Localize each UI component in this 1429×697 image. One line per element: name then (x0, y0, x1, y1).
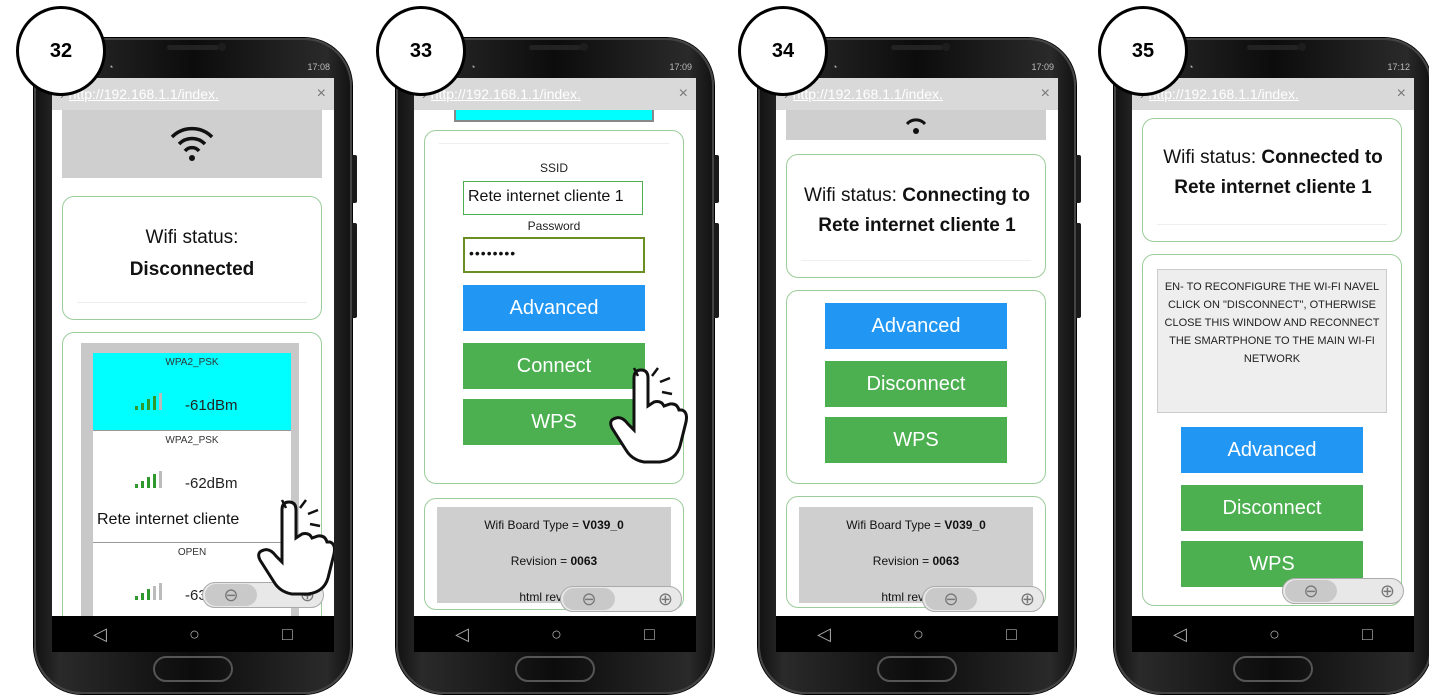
network-auth: WPA2_PSK (165, 435, 219, 446)
advanced-button[interactable]: Advanced (825, 303, 1007, 349)
android-nav-bar: ◁ ○ □ (776, 616, 1058, 652)
recent-apps-icon[interactable]: □ (1006, 624, 1017, 645)
pointing-hand-icon (257, 499, 334, 596)
board-type-row: Wifi Board Type = V039_0 (484, 518, 624, 532)
selected-network-strip (454, 110, 654, 122)
disconnect-button[interactable]: Disconnect (1181, 485, 1363, 531)
back-icon[interactable]: ◁ (455, 624, 469, 645)
status-card: Wifi status: Disconnected (62, 196, 322, 320)
wifi-status-label: Wifi status: (145, 227, 239, 248)
home-icon[interactable]: ○ (1269, 624, 1280, 645)
zoom-in-icon[interactable]: ⊕ (1020, 589, 1035, 610)
ssid-label: SSID (539, 161, 568, 175)
password-label: Password (527, 219, 581, 233)
close-icon[interactable]: × (679, 85, 688, 103)
signal-bars-icon (135, 583, 162, 600)
signal-bars-icon (135, 393, 162, 410)
android-nav-bar: ◁ ○ □ (414, 616, 696, 652)
step-badge: 33 (376, 6, 466, 96)
wps-button[interactable]: WPS (825, 417, 1007, 463)
step-badge: 34 (738, 6, 828, 96)
android-nav-bar: ◁ ○ □ (1132, 616, 1414, 652)
advanced-button[interactable]: Advanced (1181, 427, 1363, 473)
zoom-out-icon[interactable]: ⊖ (563, 588, 615, 610)
zoom-control[interactable]: ⊖ ⊕ (560, 586, 682, 612)
url-text[interactable]: http://192.168.1.1/index. (1149, 86, 1391, 102)
status-clock: 17:08 (307, 62, 330, 72)
url-text[interactable]: http://192.168.1.1/index. (431, 86, 673, 102)
step-badge: 32 (16, 6, 106, 96)
zoom-out-icon[interactable]: ⊖ (205, 584, 257, 606)
network-name: Rete internet cliente (97, 511, 240, 528)
wifi-signal-icon: ◔ (1188, 62, 1194, 72)
zoom-in-icon[interactable]: ⊕ (658, 589, 673, 610)
advanced-button[interactable]: Advanced (463, 285, 645, 331)
reconfigure-note: EN- TO RECONFIGURE THE WI-FI NAVEL CLICK… (1157, 269, 1387, 413)
network-item[interactable]: WPA2_PSK -61dBm (93, 353, 291, 431)
url-bar[interactable]: › http://192.168.1.1/index. × (414, 78, 696, 110)
back-icon[interactable]: ◁ (93, 624, 107, 645)
network-dbm: -62dBm (185, 475, 238, 492)
status-card: Wifi status: Connecting to Rete internet… (786, 154, 1046, 278)
zoom-out-icon[interactable]: ⊖ (925, 588, 977, 610)
close-icon[interactable]: × (1041, 85, 1050, 103)
recent-apps-icon[interactable]: □ (644, 624, 655, 645)
wifi-signal-icon: ◔ (470, 62, 476, 72)
board-type-row: Wifi Board Type = V039_0 (846, 518, 986, 532)
wifi-icon (170, 126, 214, 161)
browser-screen: › http://192.168.1.1/index. × SSID Rete … (414, 78, 696, 616)
wifi-icon (905, 118, 927, 134)
status-clock: 17:09 (1031, 62, 1054, 72)
close-icon[interactable]: × (317, 85, 326, 103)
disconnect-button[interactable]: Disconnect (825, 361, 1007, 407)
close-icon[interactable]: × (1397, 85, 1406, 103)
url-text[interactable]: http://192.168.1.1/index. (69, 86, 311, 102)
actions-card: EN- TO RECONFIGURE THE WI-FI NAVEL CLICK… (1142, 254, 1402, 606)
browser-screen: › http://192.168.1.1/index. × Wifi statu… (1132, 78, 1414, 616)
home-icon[interactable]: ○ (913, 624, 924, 645)
url-text[interactable]: http://192.168.1.1/index. (793, 86, 1035, 102)
actions-card: Advanced Disconnect WPS (786, 290, 1046, 484)
recent-apps-icon[interactable]: □ (1362, 624, 1373, 645)
url-bar[interactable]: › http://192.168.1.1/index. × (776, 78, 1058, 110)
zoom-in-icon[interactable]: ⊕ (1380, 581, 1395, 602)
android-nav-bar: ◁ ○ □ (52, 616, 334, 652)
revision-row: Revision = 0063 (510, 554, 598, 568)
password-input[interactable]: •••••••• (463, 237, 645, 273)
status-card: Wifi status: Connected to Rete internet … (1142, 118, 1402, 242)
zoom-control[interactable]: ⊖ ⊕ (1282, 578, 1404, 604)
browser-screen: › http://192.168.1.1/index. × Wifi statu… (52, 78, 334, 616)
wifi-header (786, 110, 1046, 140)
pointing-hand-icon (609, 367, 688, 464)
url-bar[interactable]: › http://192.168.1.1/index. × (52, 78, 334, 110)
wifi-status-text: Wifi status: Connected to Rete internet … (1163, 147, 1383, 198)
zoom-out-icon[interactable]: ⊖ (1285, 580, 1337, 602)
wifi-signal-icon: ◔ (832, 62, 838, 72)
status-clock: 17:09 (669, 62, 692, 72)
recent-apps-icon[interactable]: □ (282, 624, 293, 645)
signal-bars-icon (135, 471, 162, 488)
wifi-status-text: Wifi status: Connecting to Rete internet… (804, 185, 1030, 236)
network-dbm: -61dBm (185, 397, 238, 414)
browser-screen: › http://192.168.1.1/index. × Wifi statu… (776, 78, 1058, 616)
status-clock: 17:12 (1387, 62, 1410, 72)
phone-step-34: ◔ 17:09 › http://192.168.1.1/index. × Wi… (758, 38, 1081, 694)
ssid-input[interactable]: Rete internet cliente 1 (463, 181, 643, 215)
wifi-signal-icon: ◔ (108, 62, 114, 72)
home-icon[interactable]: ○ (551, 624, 562, 645)
wifi-header (62, 110, 322, 178)
back-icon[interactable]: ◁ (1173, 624, 1187, 645)
phone-step-35: ◔ 17:12 › http://192.168.1.1/index. × Wi… (1114, 38, 1429, 694)
network-auth: WPA2_PSK (165, 357, 219, 368)
wifi-status-value: Disconnected (129, 259, 255, 280)
tutorial-stage: 32 ◔ 17:08 › http://192.168.1.1/index. × (0, 0, 1429, 697)
revision-row: Revision = 0063 (872, 554, 960, 568)
step-badge: 35 (1098, 6, 1188, 96)
phone-step-32: ◔ 17:08 › http://192.168.1.1/index. × Wi… (34, 38, 357, 694)
phone-step-33: ◔ 17:09 › http://192.168.1.1/index. × SS… (396, 38, 719, 694)
back-icon[interactable]: ◁ (817, 624, 831, 645)
home-icon[interactable]: ○ (189, 624, 200, 645)
zoom-control[interactable]: ⊖ ⊕ (922, 586, 1044, 612)
